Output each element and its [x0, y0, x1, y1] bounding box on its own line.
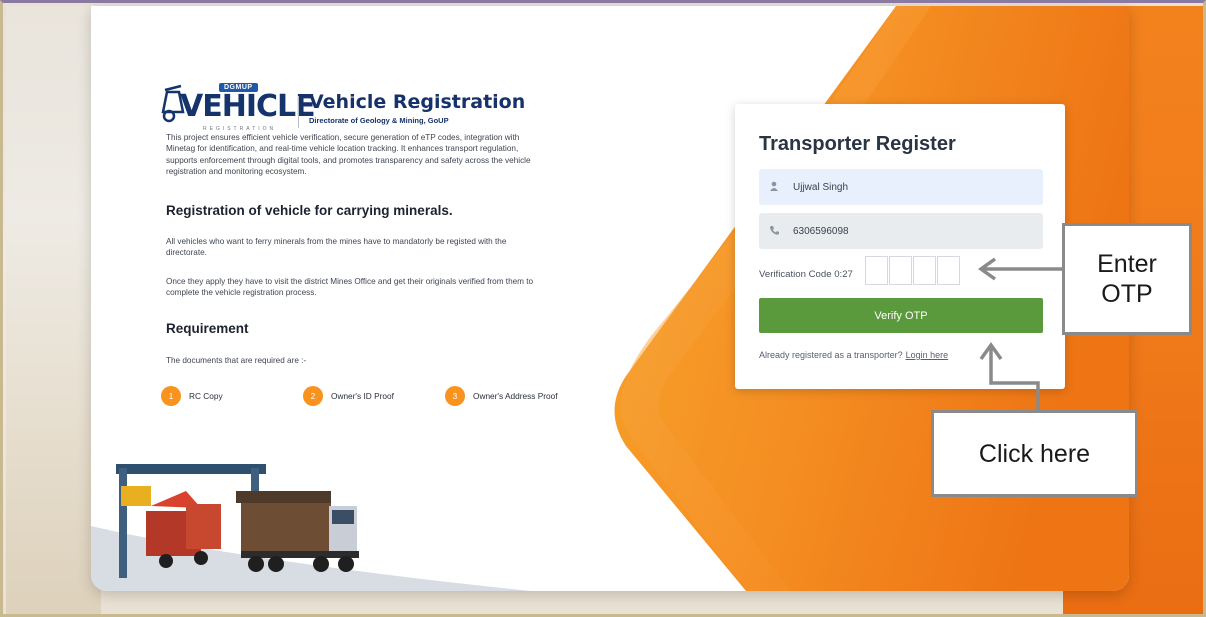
- requirement-number: 3: [445, 386, 465, 406]
- name-input[interactable]: [791, 180, 1025, 194]
- requirement-label: Owner's ID Proof: [331, 391, 394, 401]
- registration-paragraph-1: All vehicles who want to ferry minerals …: [166, 236, 506, 259]
- login-link[interactable]: Login here: [906, 350, 949, 360]
- requirement-item: 2 Owner's ID Proof: [303, 386, 394, 406]
- screenshot-frame: DGMUP VEHICLE REGISTRATION Vehicle Regis…: [0, 0, 1206, 617]
- requirement-item: 3 Owner's Address Proof: [445, 386, 558, 406]
- background-photo-left: [6, 6, 101, 614]
- intro-line: registration and monitoring ecosystem.: [166, 167, 307, 177]
- verify-otp-button[interactable]: Verify OTP: [759, 298, 1043, 333]
- logo-divider: [298, 96, 299, 128]
- requirement-number: 2: [303, 386, 323, 406]
- user-icon: [759, 181, 789, 194]
- intro-line: Minetag for identification, and real-tim…: [166, 144, 519, 154]
- registration-paragraph-2: Once they apply they have to visit the d…: [166, 276, 533, 299]
- requirement-heading: Requirement: [166, 321, 249, 336]
- intro-paragraph: This project ensures efficient vehicle v…: [166, 132, 531, 178]
- requirement-intro: The documents that are required are :-: [166, 356, 307, 365]
- enter-otp-callout: Enter OTP: [1062, 223, 1192, 335]
- form-title: Transporter Register: [759, 133, 956, 155]
- callout-line: Enter: [1097, 250, 1157, 278]
- paragraph-line: complete the vehicle registration proces…: [166, 288, 317, 298]
- callout-text: Click here: [978, 439, 1091, 468]
- requirement-label: Owner's Address Proof: [473, 391, 558, 401]
- otp-digit-4[interactable]: [937, 256, 960, 285]
- already-registered-text: Already registered as a transporter? Logi…: [759, 350, 948, 360]
- truck-illustration: [91, 464, 531, 591]
- otp-digit-1[interactable]: [865, 256, 888, 285]
- intro-line: This project ensures efficient vehicle v…: [166, 133, 520, 142]
- phone-field[interactable]: [759, 213, 1043, 249]
- transporter-register-form: Transporter Register Verification Code 0…: [735, 104, 1065, 389]
- brand-subtitle: Directorate of Geology & Mining, GoUP: [309, 116, 449, 125]
- requirement-number: 1: [161, 386, 181, 406]
- requirement-label: RC Copy: [189, 391, 223, 401]
- requirement-item: 1 RC Copy: [161, 386, 223, 406]
- otp-digit-2[interactable]: [889, 256, 912, 285]
- already-registered-label: Already registered as a transporter?: [759, 350, 903, 360]
- brand-title: Vehicle Registration: [309, 91, 526, 113]
- paragraph-line: Once they apply they have to visit the d…: [166, 277, 534, 286]
- callout-line: OTP: [1101, 280, 1153, 308]
- phone-input[interactable]: [791, 224, 1025, 238]
- otp-digit-3[interactable]: [913, 256, 936, 285]
- otp-label: Verification Code 0:27: [759, 269, 853, 280]
- phone-icon: [759, 225, 789, 238]
- intro-line: supports enforcement through digital too…: [166, 155, 531, 165]
- logo-word: VEHICLE: [180, 89, 316, 124]
- name-field[interactable]: [759, 169, 1043, 205]
- registration-heading: Registration of vehicle for carrying min…: [166, 203, 453, 218]
- paragraph-line: directorate.: [166, 248, 207, 258]
- click-here-callout: Click here: [931, 410, 1138, 497]
- paragraph-line: All vehicles who want to ferry minerals …: [166, 237, 507, 246]
